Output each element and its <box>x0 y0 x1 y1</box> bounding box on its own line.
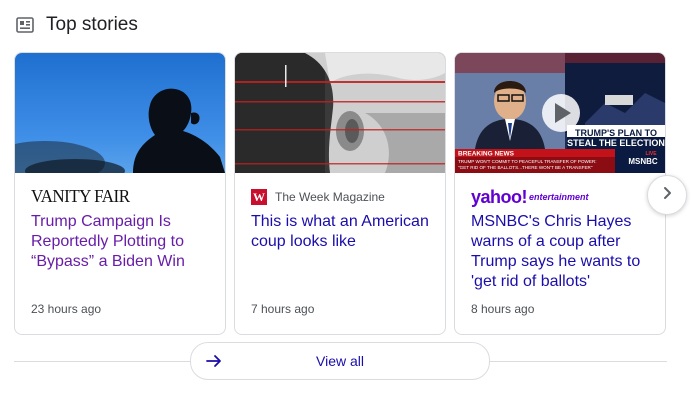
card-2-time: 7 hours ago <box>251 302 315 316</box>
vanity-fair-logo: VANITY FAIR <box>31 186 130 207</box>
yahoo-logo: yahoo! <box>471 186 528 207</box>
card-1-thumbnail[interactable] <box>15 53 225 173</box>
news-card-1[interactable]: VANITY FAIR Trump Campaign Is Reportedly… <box>14 52 226 335</box>
card-2-headline[interactable]: This is what an American coup looks like <box>251 212 435 252</box>
view-all-button[interactable]: View all <box>190 342 490 380</box>
yahoo-sub: entertainment <box>529 192 589 202</box>
section-title: Top stories <box>46 14 138 35</box>
card-1-headline[interactable]: Trump Campaign Is Reportedly Plotting to… <box>31 212 215 272</box>
news-card-3[interactable]: TRUMP'S PLAN TO STEAL THE ELECTION BREAK… <box>454 52 666 335</box>
view-all-label: View all <box>316 353 364 369</box>
card-3-source: yahoo! entertainment <box>471 187 589 207</box>
the-week-logo: W <box>251 189 267 205</box>
card-3-headline[interactable]: MSNBC's Chris Hayes warns of a coup afte… <box>471 212 655 292</box>
thumb-ticker-1: TRUMP WON'T COMMIT TO PEACEFUL TRANSFER … <box>458 159 597 164</box>
thumb-banner-line2: STEAL THE ELECTION <box>567 138 665 148</box>
chevron-right-icon <box>660 186 674 205</box>
card-2-source: W The Week Magazine <box>251 187 385 207</box>
thumb-network: MSNBC <box>628 157 658 166</box>
thumb-ticker-2: "GET RID OF THE BALLOTS...THERE WON'T BE… <box>458 165 593 170</box>
card-1-source: VANITY FAIR <box>31 187 130 207</box>
carousel-next-button[interactable] <box>647 175 687 215</box>
top-stories-header: Top stories <box>16 10 138 40</box>
card-1-time: 23 hours ago <box>31 302 102 316</box>
card-2-source-name: The Week Magazine <box>275 190 385 204</box>
card-3-time: 8 hours ago <box>471 302 535 316</box>
news-icon <box>16 16 34 34</box>
thumb-breaking: BREAKING NEWS <box>458 151 515 158</box>
news-card-2[interactable]: W The Week Magazine This is what an Amer… <box>234 52 446 335</box>
card-3-thumbnail[interactable]: TRUMP'S PLAN TO STEAL THE ELECTION BREAK… <box>455 53 665 173</box>
thumb-banner-line1: TRUMP'S PLAN TO <box>575 128 657 138</box>
card-2-thumbnail[interactable] <box>235 53 445 173</box>
